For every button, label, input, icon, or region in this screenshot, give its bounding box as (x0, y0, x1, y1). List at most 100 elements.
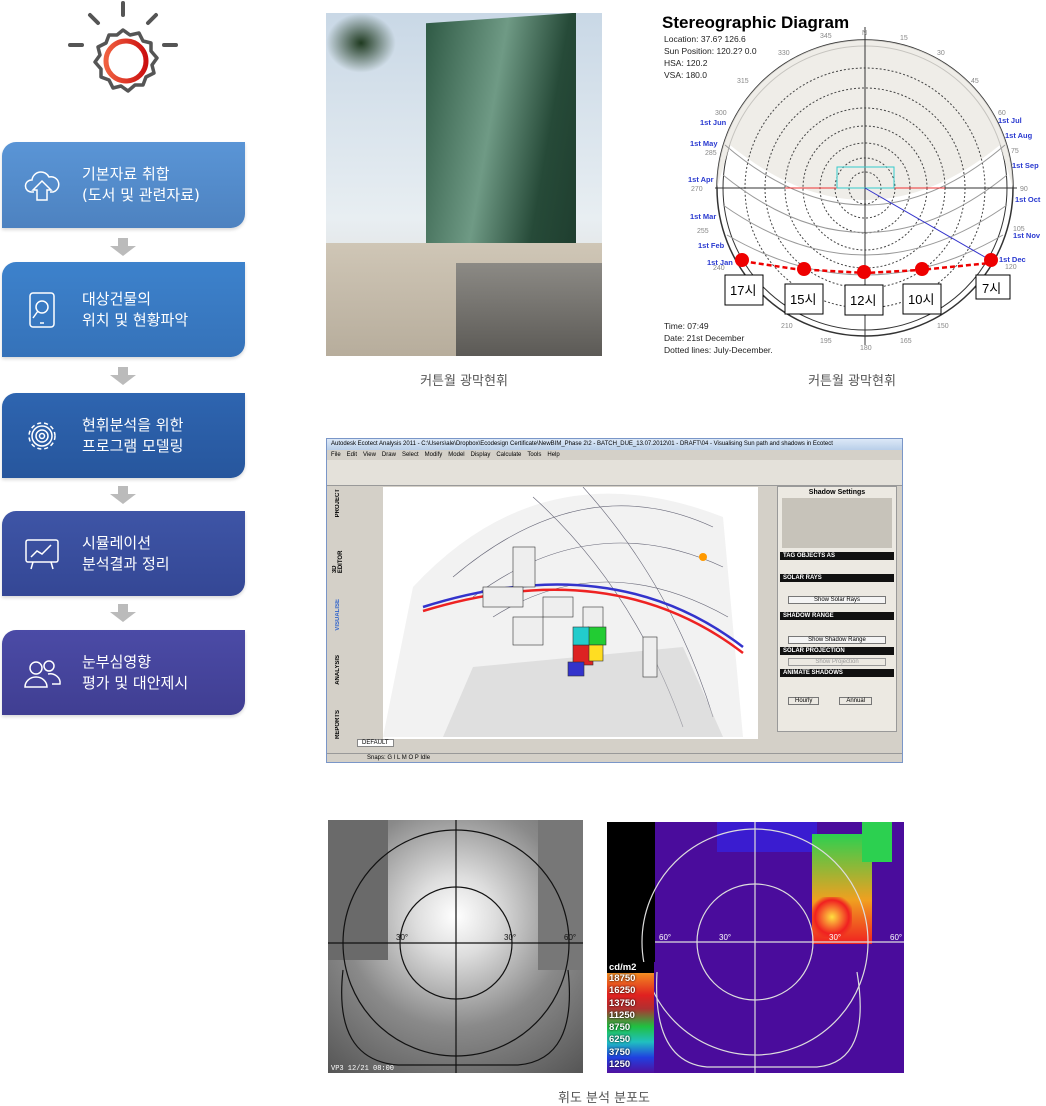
show-projection-button[interactable]: Show Projection (788, 658, 886, 666)
luminance-false-color-map: 60° 30° 30° 60° cd/m2 18750 16250 13750 112… (607, 822, 904, 1073)
photo-caption: 커튼월 광막현휘 (420, 374, 508, 389)
month-label: 1st Oct (1015, 195, 1041, 204)
angle-label: 60° (564, 933, 576, 942)
menu-item[interactable]: Tools (527, 452, 541, 458)
angle-label: 165 (900, 338, 912, 345)
menu-item[interactable]: Model (448, 452, 464, 458)
status-bar: Snaps: G I L M O P Idle (327, 753, 902, 762)
section-header: ANIMATE SHADOWS (780, 669, 894, 677)
angle-label: 30° (504, 933, 516, 942)
side-tab[interactable]: REPORTS (335, 710, 341, 739)
cloud-upload-icon (2, 168, 82, 202)
angle-label: 15 (900, 35, 908, 42)
luminance-legend: cd/m2 18750 16250 13750 11250 8750 6250 … (607, 962, 654, 1073)
legend-value: 1250 (609, 1059, 631, 1071)
north-label: N (862, 30, 867, 37)
hour-box: 7시 (982, 281, 1001, 296)
menu-item[interactable]: Draw (382, 452, 396, 458)
down-arrow-icon (110, 604, 136, 622)
toolbar (327, 460, 902, 486)
angle-label: 60° (890, 933, 902, 942)
hour-box: 10시 (908, 292, 934, 307)
menu-item[interactable]: Display (471, 452, 491, 458)
section-header: SOLAR PROJECTION (780, 647, 894, 655)
hour-box: 12시 (850, 293, 876, 308)
month-label: 1st Jul (998, 116, 1022, 125)
angle-label: 30° (719, 933, 731, 942)
menu-item[interactable]: Modify (425, 452, 443, 458)
side-tab[interactable]: 3D EDITOR (332, 542, 344, 574)
sun-glare-icon (68, 1, 178, 93)
show-shadow-range-button[interactable]: Show Shadow Range (788, 636, 886, 644)
curtain-wall-building-photo (326, 13, 602, 356)
angle-label: 90 (1020, 186, 1028, 193)
angle-label: 315 (737, 78, 749, 85)
legend-value: 11250 (609, 1009, 635, 1021)
month-label: 1st Dec (999, 255, 1026, 264)
angle-label: 30° (829, 933, 841, 942)
annual-button[interactable]: Annual (839, 697, 873, 705)
side-tab[interactable]: ANALYSIS (335, 655, 341, 685)
menu-item[interactable]: File (331, 452, 341, 458)
angle-label: 345 (820, 33, 832, 40)
stereographic-diagram: Stereographic Diagram Location: 37.6? 12… (662, 13, 1041, 355)
month-label: 1st Jan (707, 258, 733, 267)
menu-item[interactable]: Select (402, 452, 419, 458)
panel-title: Shadow Settings (808, 489, 866, 496)
users-icon (2, 657, 82, 689)
section-header: SOLAR RAYS (780, 574, 894, 582)
month-label: 1st Aug (1005, 131, 1033, 140)
view-tab[interactable]: DEFAULT (357, 739, 394, 747)
section-header: SHADOW RANGE (780, 612, 894, 620)
menu-item[interactable]: Edit (347, 452, 357, 458)
menu-item[interactable]: Calculate (496, 452, 521, 458)
menu-item[interactable]: Help (547, 452, 559, 458)
ecotect-screenshot: Autodesk Ecotect Analysis 2011 - C:\User… (326, 438, 903, 763)
3d-viewport[interactable] (383, 487, 758, 739)
info-line: Location: 37.6? 126.6 (664, 34, 746, 44)
down-arrow-icon (110, 367, 136, 385)
legend-value: 3750 (609, 1046, 631, 1058)
info-line: VSA: 180.0 (664, 70, 707, 80)
angle-label: 285 (705, 150, 717, 157)
side-tabs: PROJECT 3D EDITOR VISUALISE ANALYSIS REP… (332, 489, 344, 739)
angle-label: 180 (860, 345, 872, 352)
tablet-search-icon (2, 291, 82, 329)
hourly-button[interactable]: Hourly (788, 697, 820, 705)
angle-label: 60° (659, 933, 671, 942)
show-solar-rays-button[interactable]: Show Solar Rays (788, 596, 886, 604)
side-tab[interactable]: VISUALISE (335, 599, 341, 631)
luminance-caption: 휘도 분석 분포도 (558, 1091, 650, 1106)
shadow-settings-panel: Shadow Settings TAG OBJECTS AS SOLAR RAY… (777, 486, 897, 732)
legend-unit: cd/m2 (607, 962, 654, 973)
legend-value: 8750 (609, 1022, 631, 1034)
angle-label: 45 (971, 78, 979, 85)
legend-value: 18750 (609, 973, 636, 984)
side-tab[interactable]: PROJECT (335, 489, 341, 517)
angle-label: 270 (691, 186, 703, 193)
angle-label: 150 (937, 323, 949, 330)
month-label: 1st Apr (688, 175, 714, 184)
menu-item[interactable]: View (363, 452, 376, 458)
step-simulation-results: 시뮬레이션 분석결과 정리 (2, 511, 245, 596)
month-label: 1st May (690, 139, 718, 148)
presentation-chart-icon (2, 537, 82, 571)
angle-label: 300 (715, 110, 727, 117)
step-site-survey: 대상건물의 위치 및 현황파악 (2, 262, 245, 357)
month-label: 1st Nov (1013, 231, 1041, 240)
month-label: 1st Feb (698, 241, 725, 250)
month-label: 1st Sep (1012, 161, 1039, 170)
angle-label: 120 (1005, 264, 1017, 271)
angle-label: 30 (937, 50, 945, 57)
angle-label: 330 (778, 50, 790, 57)
angle-label: 210 (781, 323, 793, 330)
info-line: HSA: 120.2 (664, 58, 708, 68)
angle-label: 75 (1011, 148, 1019, 155)
legend-value: 6250 (609, 1034, 631, 1046)
hour-box: 17시 (730, 283, 756, 298)
month-label: 1st Mar (690, 212, 716, 221)
footer-line: Time: 07:49 (664, 321, 709, 331)
down-arrow-icon (110, 238, 136, 256)
down-arrow-icon (110, 486, 136, 504)
section-header: TAG OBJECTS AS (780, 552, 894, 560)
